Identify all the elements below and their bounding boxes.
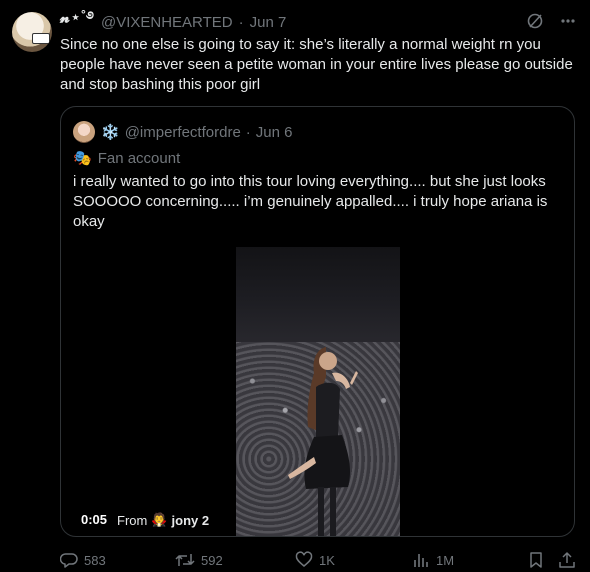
label-text: Fan account — [97, 149, 181, 167]
retweet-icon — [175, 554, 195, 566]
author-handle[interactable]: @VIXENHEARTED — [101, 14, 233, 31]
quote-date[interactable]: Jun 6 — [256, 124, 293, 141]
quote-author-avatar[interactable] — [73, 121, 95, 143]
like-button[interactable]: 1K — [295, 551, 335, 569]
snowflake-icon: ❄️ — [101, 124, 120, 141]
vampire-icon: 🧛 — [151, 512, 168, 527]
fan-account-label: 🎭 Fan account — [73, 148, 180, 168]
tweet-actions: 583 592 1K 1M — [60, 550, 578, 570]
more-icon[interactable] — [560, 12, 576, 30]
like-icon — [295, 551, 313, 567]
video-source[interactable]: From 🧛 jony 2 — [117, 512, 209, 528]
source-name[interactable]: jony 2 — [172, 513, 210, 528]
video-timestamp: 0:05 — [81, 512, 108, 527]
video-player[interactable] — [236, 247, 400, 536]
share-icon — [559, 552, 575, 568]
quote-header: ❄️ @imperfectfordre · Jun 6 — [101, 121, 293, 143]
theater-masks-icon: 🎭 — [73, 150, 92, 167]
views-count: 1M — [436, 552, 455, 568]
grok-icon[interactable] — [526, 12, 544, 30]
share-button[interactable] — [558, 551, 576, 569]
from-label: From — [117, 512, 148, 528]
separator-dot: · — [238, 13, 244, 31]
tweet[interactable]: 𝓷⋆˚࿔ @VIXENHEARTED · Jun 7 Since no one … — [0, 0, 590, 572]
quote-handle[interactable]: @imperfectfordre — [125, 124, 241, 141]
retweet-button[interactable]: 592 — [175, 551, 223, 569]
reply-count: 583 — [84, 552, 106, 568]
tweet-top-actions — [526, 12, 576, 30]
retweet-count: 592 — [201, 552, 223, 568]
author-avatar[interactable] — [12, 12, 52, 52]
like-count: 1K — [319, 552, 335, 568]
bookmark-icon — [530, 552, 542, 568]
performer-image — [288, 347, 358, 536]
quoted-tweet[interactable]: ❄️ @imperfectfordre · Jun 6 🎭 Fan accoun… — [60, 106, 575, 537]
tweet-text: Since no one else is going to say it: sh… — [60, 36, 577, 93]
tweet-header: 𝓷⋆˚࿔ @VIXENHEARTED · Jun 7 — [60, 9, 287, 32]
quote-text: i really wanted to go into this tour lov… — [73, 173, 548, 230]
tweet-date[interactable]: Jun 7 — [250, 14, 287, 31]
views-icon — [414, 554, 428, 567]
bookmark-button[interactable] — [528, 551, 544, 569]
reply-button[interactable]: 583 — [60, 551, 106, 569]
reply-icon — [60, 553, 78, 568]
avatar-tag — [32, 33, 50, 44]
views-button[interactable]: 1M — [412, 551, 454, 569]
separator-dot: · — [245, 123, 251, 141]
